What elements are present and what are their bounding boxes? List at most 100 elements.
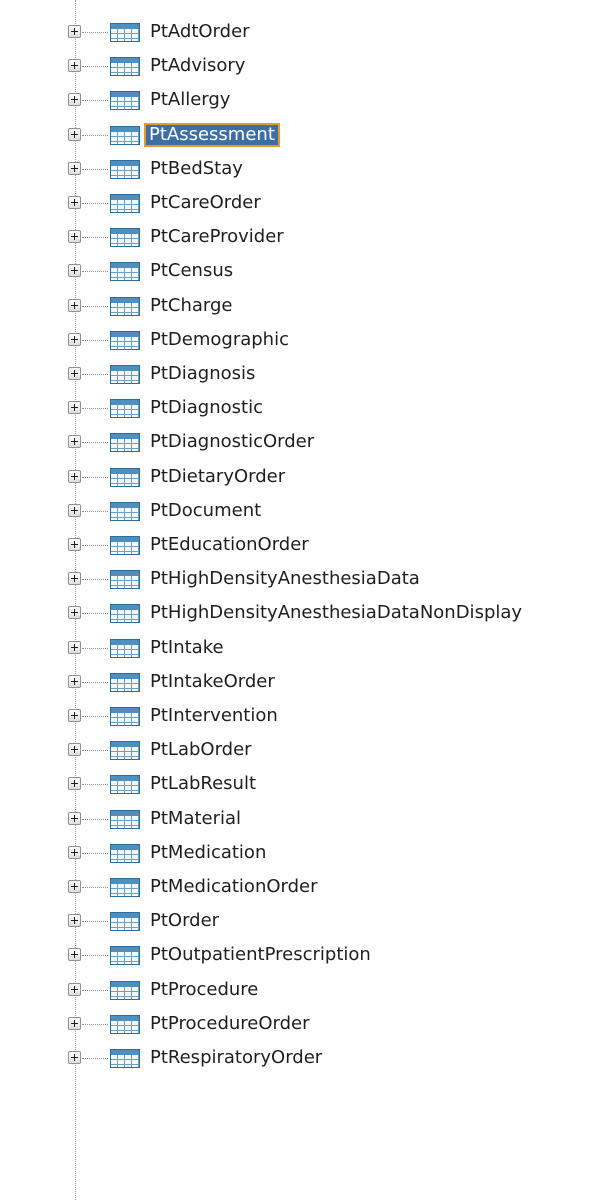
- tree-node[interactable]: PtHighDensityAnesthesiaDataNonDisplay: [0, 596, 615, 630]
- tree-connector-line: [82, 237, 108, 239]
- expand-plus-icon[interactable]: [68, 743, 81, 757]
- tree-node[interactable]: PtHighDensityAnesthesiaData: [0, 562, 615, 596]
- table-icon: [110, 91, 140, 111]
- tree-node-label[interactable]: PtHighDensityAnesthesiaData: [147, 567, 423, 591]
- tree-node-label[interactable]: PtHighDensityAnesthesiaDataNonDisplay: [147, 601, 525, 625]
- expand-plus-icon[interactable]: [68, 1016, 81, 1030]
- tree-node[interactable]: PtOrder: [0, 904, 615, 938]
- tree-node[interactable]: PtLabOrder: [0, 733, 615, 767]
- tree-node-label[interactable]: PtCareProvider: [147, 225, 287, 249]
- expand-plus-icon[interactable]: [68, 401, 81, 415]
- tree-node[interactable]: PtLabResult: [0, 767, 615, 801]
- expand-plus-icon[interactable]: [68, 948, 81, 962]
- tree-node-label-selected[interactable]: PtAssessment: [144, 122, 280, 147]
- expand-plus-icon[interactable]: [68, 606, 81, 620]
- tree-node-label[interactable]: PtEducationOrder: [147, 533, 312, 557]
- tree-node-label[interactable]: PtOrder: [147, 909, 222, 933]
- expand-plus-icon[interactable]: [68, 367, 81, 380]
- tree-node-label[interactable]: PtDiagnosis: [147, 362, 258, 386]
- expand-plus-icon[interactable]: [68, 503, 81, 517]
- tree-node[interactable]: PtBedStay: [0, 152, 615, 186]
- tree-node-label[interactable]: PtCensus: [147, 259, 236, 283]
- tree-node[interactable]: PtDocument: [0, 494, 615, 528]
- tree-node-label[interactable]: PtAdvisory: [147, 54, 248, 78]
- tree-node[interactable]: PtOutpatientPrescription: [0, 938, 615, 972]
- expand-plus-icon[interactable]: [68, 435, 81, 449]
- tree-node-label[interactable]: PtMedicationOrder: [147, 875, 321, 899]
- tree-node-label[interactable]: PtMedication: [147, 841, 269, 865]
- tree-connector-line: [82, 545, 108, 546]
- tree-node-label[interactable]: PtIntervention: [147, 704, 281, 728]
- tree-node[interactable]: PtCensus: [0, 254, 615, 288]
- tree-node[interactable]: PtDiagnostic: [0, 391, 615, 425]
- expand-plus-icon[interactable]: [68, 880, 81, 893]
- expand-plus-icon[interactable]: [68, 59, 81, 73]
- expand-plus-icon[interactable]: [68, 298, 81, 312]
- tree-node-label[interactable]: PtProcedure: [147, 978, 261, 1002]
- tree-node-label[interactable]: PtAdtOrder: [147, 20, 253, 44]
- expand-plus-icon[interactable]: [68, 127, 81, 141]
- tree-node-label[interactable]: PtMaterial: [147, 807, 244, 831]
- tree-node[interactable]: PtIntake: [0, 631, 615, 665]
- tree-node-label[interactable]: PtIntakeOrder: [147, 670, 278, 694]
- tree-node-label[interactable]: PtDiagnostic: [147, 396, 266, 420]
- tree-node[interactable]: PtMedication: [0, 836, 615, 870]
- expand-plus-icon[interactable]: [68, 982, 81, 996]
- tree-node[interactable]: PtEducationOrder: [0, 528, 615, 562]
- tree-node-label[interactable]: PtDocument: [147, 499, 264, 523]
- tree-node-label[interactable]: PtCareOrder: [147, 191, 264, 215]
- expand-plus-icon[interactable]: [68, 845, 81, 859]
- tree-node[interactable]: PtDemographic: [0, 323, 615, 357]
- tree-node-label[interactable]: PtProcedureOrder: [147, 1012, 313, 1036]
- expand-plus-icon[interactable]: [68, 161, 81, 175]
- tree-node-label[interactable]: PtDietaryOrder: [147, 465, 288, 489]
- expand-plus-icon[interactable]: [68, 264, 81, 278]
- tree-node[interactable]: PtCareOrder: [0, 186, 615, 220]
- tree-node-label[interactable]: PtCharge: [147, 294, 236, 318]
- expand-plus-icon[interactable]: [68, 538, 81, 551]
- tree-node-label[interactable]: PtBedStay: [147, 157, 246, 181]
- tree-node[interactable]: PtAssessment: [0, 118, 615, 152]
- expand-plus-icon[interactable]: [68, 640, 81, 654]
- tree-node[interactable]: PtAllergy: [0, 83, 615, 117]
- tree-node-label[interactable]: PtOutpatientPrescription: [147, 943, 374, 967]
- tree-node[interactable]: PtMaterial: [0, 802, 615, 836]
- expand-plus-icon[interactable]: [68, 332, 81, 346]
- tree-node[interactable]: PtAdtOrder: [0, 15, 615, 49]
- tree-connector-line: [82, 887, 108, 888]
- tree-node-label[interactable]: PtLabOrder: [147, 738, 255, 762]
- tree-node[interactable]: PtDiagnosticOrder: [0, 425, 615, 459]
- expand-plus-icon[interactable]: [68, 230, 81, 244]
- tree-node-label[interactable]: PtAllergy: [147, 88, 233, 112]
- tree-node[interactable]: PtMedicationOrder: [0, 870, 615, 904]
- tree-connector-line: [82, 716, 108, 717]
- tree-node-label[interactable]: PtDemographic: [147, 328, 292, 352]
- expand-plus-icon[interactable]: [68, 572, 81, 586]
- tree-node-label[interactable]: PtDiagnosticOrder: [147, 430, 317, 454]
- tree-node[interactable]: PtProcedure: [0, 973, 615, 1007]
- tree-node[interactable]: PtDietaryOrder: [0, 460, 615, 494]
- tree-node[interactable]: PtCareProvider: [0, 220, 615, 254]
- tree-node[interactable]: PtAdvisory: [0, 49, 615, 83]
- tree-node[interactable]: PtRespiratoryOrder: [0, 1041, 615, 1075]
- tree-node[interactable]: PtIntakeOrder: [0, 665, 615, 699]
- expand-plus-icon[interactable]: [68, 25, 81, 38]
- expand-plus-icon[interactable]: [68, 709, 81, 722]
- table-icon: [110, 296, 140, 316]
- tree-node-label[interactable]: PtRespiratoryOrder: [147, 1046, 325, 1070]
- expand-plus-icon[interactable]: [68, 674, 81, 688]
- expand-plus-icon[interactable]: [68, 777, 81, 791]
- expand-plus-icon[interactable]: [68, 914, 81, 928]
- expand-plus-icon[interactable]: [68, 1051, 81, 1064]
- tree-node[interactable]: PtIntervention: [0, 699, 615, 733]
- tree-node-label[interactable]: PtLabResult: [147, 772, 259, 796]
- expand-plus-icon[interactable]: [68, 196, 81, 209]
- tree-node[interactable]: PtDiagnosis: [0, 357, 615, 391]
- expand-plus-icon[interactable]: [68, 811, 81, 825]
- expand-plus-icon[interactable]: [68, 469, 81, 483]
- tree-node-label[interactable]: PtIntake: [147, 636, 227, 660]
- table-icon: [110, 672, 140, 692]
- expand-plus-icon[interactable]: [68, 93, 81, 107]
- tree-node[interactable]: PtCharge: [0, 289, 615, 323]
- tree-node[interactable]: PtProcedureOrder: [0, 1007, 615, 1041]
